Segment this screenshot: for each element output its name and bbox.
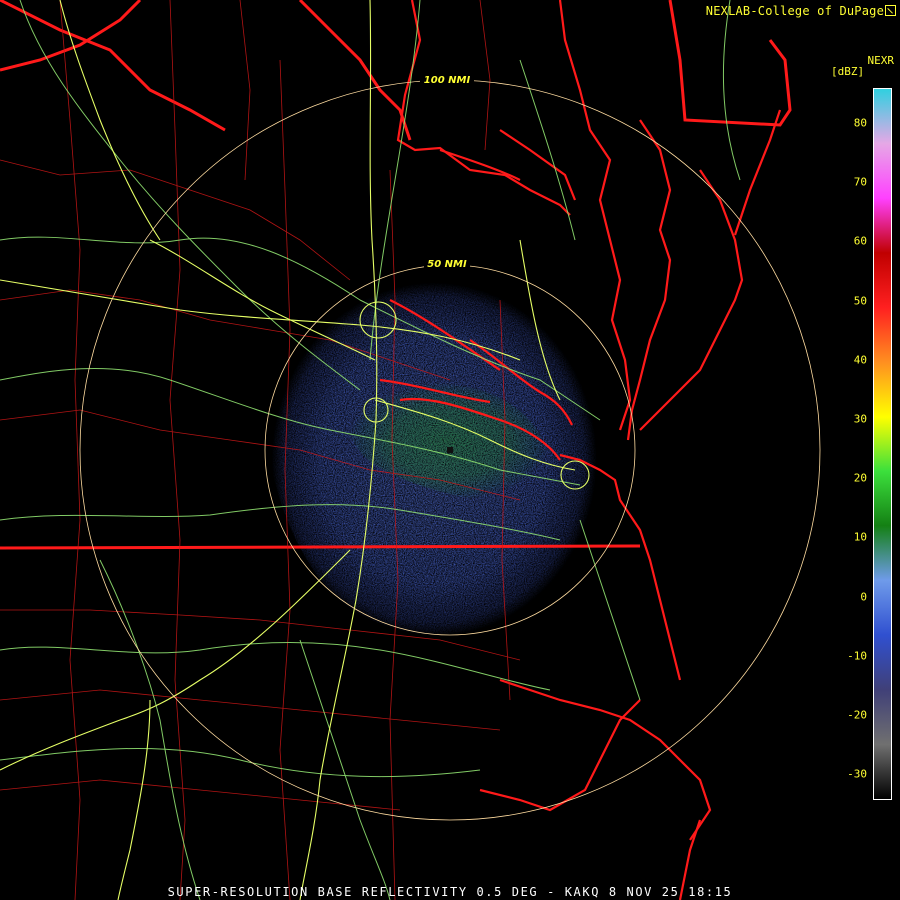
product-label: NEXR	[867, 54, 895, 67]
radar-site-marker	[447, 447, 453, 453]
colorbar-tick-label: 70	[853, 175, 867, 189]
colorbar-tick-label: 30	[853, 412, 867, 426]
colorbar-tick-label: 10	[853, 530, 867, 544]
radar-map[interactable]: 50 NMI 100 NMI	[0, 0, 900, 900]
colorbar-fill	[874, 89, 891, 799]
colorbar-tick-label: -20	[847, 708, 867, 722]
colorbar-tick-label: 40	[853, 353, 867, 367]
colorbar-units: [dBZ]	[831, 65, 865, 78]
product-title: SUPER-RESOLUTION BASE REFLECTIVITY 0.5 D…	[167, 885, 733, 899]
colorbar-tick-label: 0	[860, 590, 867, 604]
colorbar	[873, 88, 892, 800]
colorbar-tick-label: -30	[847, 767, 867, 781]
colorbar-gradient	[874, 89, 891, 799]
colorbar-tick-label: 20	[853, 471, 867, 485]
external-link-icon[interactable]	[885, 5, 896, 16]
colorbar-tick-label: 60	[853, 234, 867, 248]
colorbar-tick-label: 50	[853, 294, 867, 308]
credit-label: NEXLAB-College of DuPage	[705, 4, 884, 18]
range-ring-50-label: 50 NMI	[427, 259, 467, 270]
colorbar-tick-label: 80	[853, 116, 867, 130]
range-ring-100-label: 100 NMI	[424, 75, 471, 86]
colorbar-tick-label: -10	[847, 649, 867, 663]
